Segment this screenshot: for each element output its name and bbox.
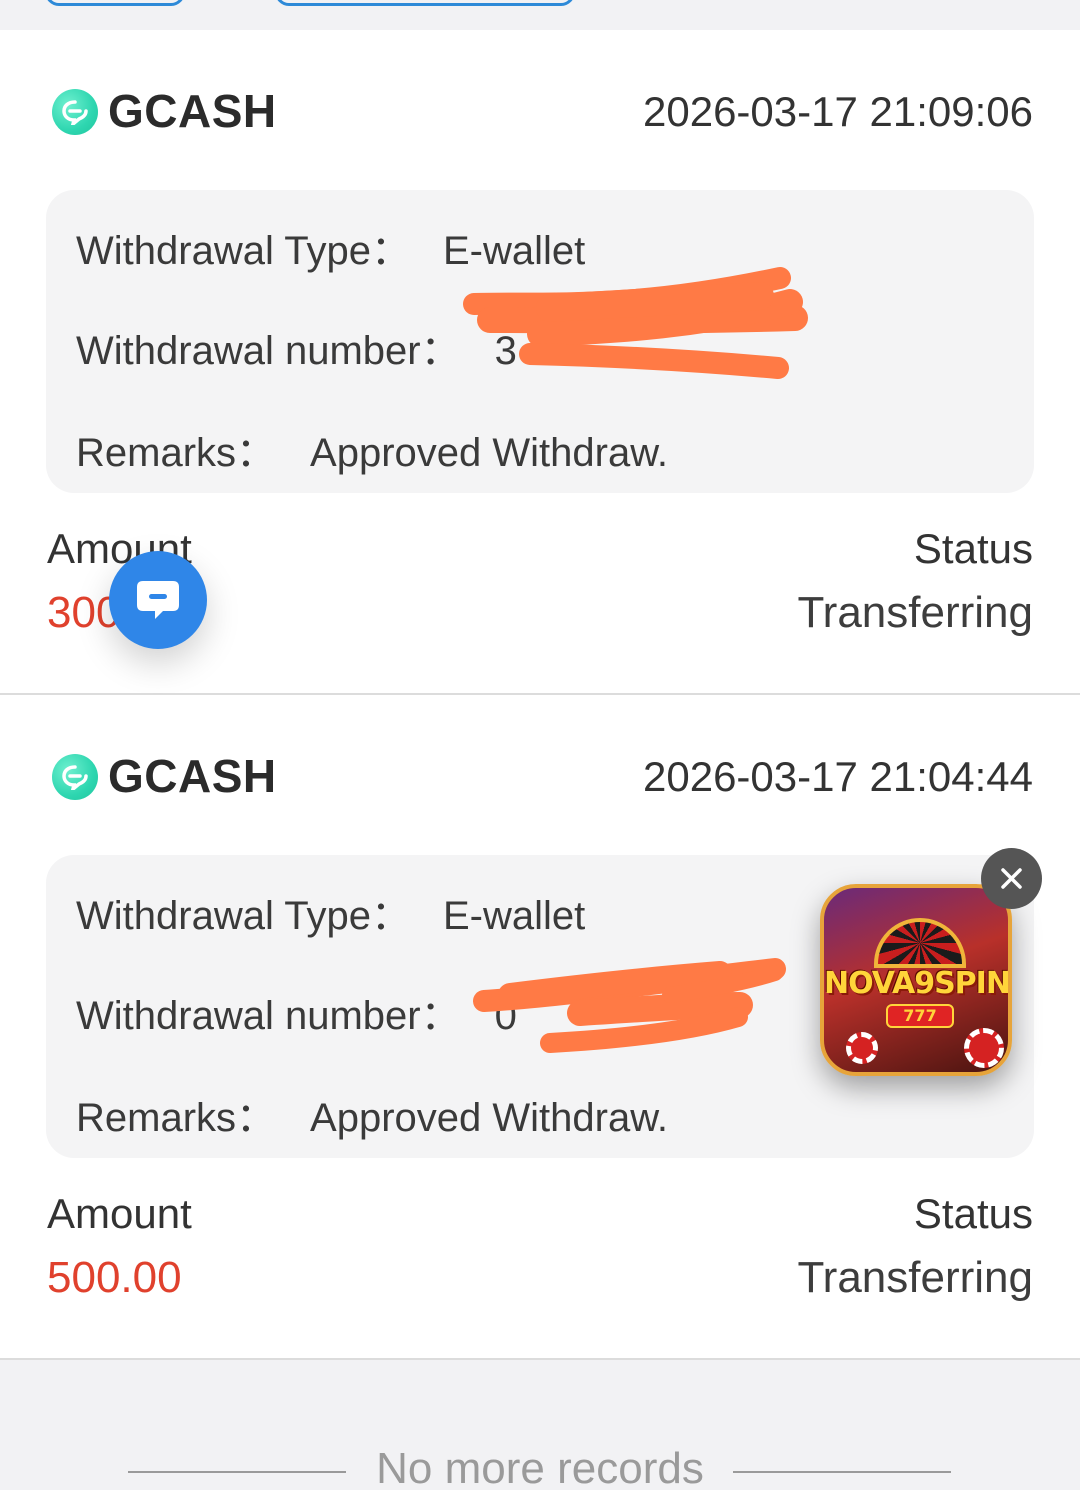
redaction-scribble	[473, 958, 786, 1053]
no-more-records-text: No more records	[376, 1444, 704, 1490]
roulette-wheel-icon	[874, 918, 966, 968]
remarks-label: Remarks：	[76, 1096, 277, 1140]
remarks-row: Remarks： Approved Withdraw.	[76, 420, 668, 478]
withdrawal-type-label: Withdrawal Type：	[76, 229, 411, 273]
withdrawal-number-row: Withdrawal number： 0	[76, 983, 517, 1041]
amount-label: Amount	[47, 1190, 192, 1237]
withdrawal-type-label: Withdrawal Type：	[76, 894, 411, 938]
amount-value: 500.00	[47, 1253, 182, 1302]
record-timestamp: 2026-03-17 21:09:06	[643, 88, 1033, 135]
promo-title: NOVA9SPIN	[824, 966, 1010, 1001]
promo-close-button[interactable]	[981, 848, 1042, 909]
remarks-label: Remarks：	[76, 431, 277, 475]
status-label: Status	[913, 1190, 1033, 1237]
record-details: Withdrawal Type： E-wallet Withdrawal numb…	[46, 190, 1034, 493]
status-value: Transferring	[797, 588, 1033, 637]
record-header: GCASH 2026-03-17 21:09:06	[0, 30, 1080, 190]
divider	[733, 1471, 951, 1473]
status-value: Transferring	[797, 1253, 1033, 1302]
top-tab-strip	[0, 0, 1080, 30]
remarks-value: Approved Withdraw.	[310, 431, 668, 475]
record-header: GCASH 2026-03-17 21:04:44	[0, 695, 1080, 855]
status-label: Status	[913, 525, 1033, 572]
casino-chip-icon	[964, 1028, 1004, 1068]
withdrawal-number-row: Withdrawal number： 3	[76, 318, 517, 376]
withdrawal-number-label: Withdrawal number：	[76, 329, 461, 373]
filter-tab-2[interactable]	[275, 0, 575, 6]
withdrawal-type-value: E-wallet	[442, 894, 586, 938]
chat-support-button[interactable]	[109, 551, 207, 649]
withdrawal-record: GCASH 2026-03-17 21:09:06 Withdrawal Typ…	[0, 30, 1080, 695]
redaction-scribble	[463, 267, 808, 379]
chat-bubble-icon	[137, 581, 179, 619]
list-footer: No more records	[0, 1362, 1080, 1490]
gcash-logo-icon	[52, 754, 98, 800]
payment-brand-name: GCASH	[108, 750, 277, 802]
promo-subtitle: 777	[886, 1004, 954, 1028]
payment-brand-name: GCASH	[108, 85, 277, 137]
withdrawal-type-row: Withdrawal Type： E-wallet	[76, 883, 585, 941]
close-icon	[1001, 868, 1022, 889]
casino-chip-icon	[846, 1032, 878, 1064]
filter-tab-1[interactable]	[45, 0, 185, 6]
withdrawal-number-label: Withdrawal number：	[76, 994, 461, 1038]
record-timestamp: 2026-03-17 21:04:44	[643, 753, 1033, 800]
promo-game-icon[interactable]: NOVA9SPIN 777	[820, 884, 1012, 1076]
remarks-value: Approved Withdraw.	[310, 1096, 668, 1140]
remarks-row: Remarks： Approved Withdraw.	[76, 1085, 668, 1143]
gcash-logo-icon	[52, 89, 98, 135]
